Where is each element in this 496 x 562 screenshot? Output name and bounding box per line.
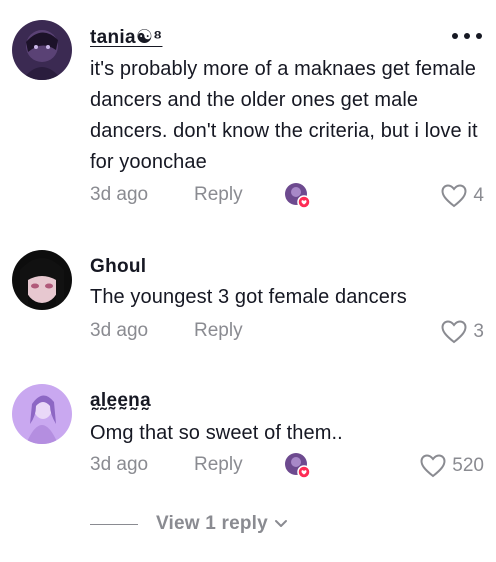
like-button[interactable]: 3 xyxy=(441,320,484,344)
like-button[interactable]: 4 xyxy=(441,184,484,208)
view-replies-label: View 1 reply xyxy=(156,513,268,534)
comment-username[interactable]: tania☯⁸ xyxy=(90,26,162,49)
creator-liked-icon xyxy=(285,453,311,479)
comment-text: Omg that so sweet of them.. xyxy=(90,422,343,444)
more-options-icon[interactable] xyxy=(450,26,484,46)
comment-timestamp: 3d ago xyxy=(90,320,149,341)
user-avatar[interactable] xyxy=(12,20,72,80)
heart-icon xyxy=(441,320,467,344)
comment-text: The youngest 3 got female dancers xyxy=(90,286,407,308)
user-avatar[interactable] xyxy=(12,250,72,310)
like-count: 4 xyxy=(473,185,484,206)
comment-username[interactable]: Ghoul xyxy=(90,256,146,278)
heart-icon xyxy=(420,454,446,478)
comment-timestamp: 3d ago xyxy=(90,454,149,475)
comment-text: it's probably more of a maknaes get fema… xyxy=(90,58,478,173)
reply-button[interactable]: Reply xyxy=(194,454,243,476)
like-button[interactable]: 520 xyxy=(420,454,484,478)
view-replies-button[interactable]: View 1 reply xyxy=(90,510,288,538)
heart-icon xyxy=(441,184,467,208)
chevron-down-icon xyxy=(274,520,287,527)
comment-username[interactable]: a̰l̰ḛḛn̰a̰ xyxy=(90,390,151,412)
creator-liked-icon xyxy=(285,183,311,209)
reply-button[interactable]: Reply xyxy=(194,184,243,206)
replies-divider xyxy=(90,523,138,525)
avatar-image xyxy=(12,250,72,310)
avatar-image xyxy=(12,20,72,80)
comment-timestamp: 3d ago xyxy=(90,184,149,205)
like-count: 3 xyxy=(473,321,484,342)
like-count: 520 xyxy=(452,455,484,476)
avatar-image xyxy=(12,384,72,444)
reply-button[interactable]: Reply xyxy=(194,320,243,342)
user-avatar[interactable] xyxy=(12,384,72,444)
